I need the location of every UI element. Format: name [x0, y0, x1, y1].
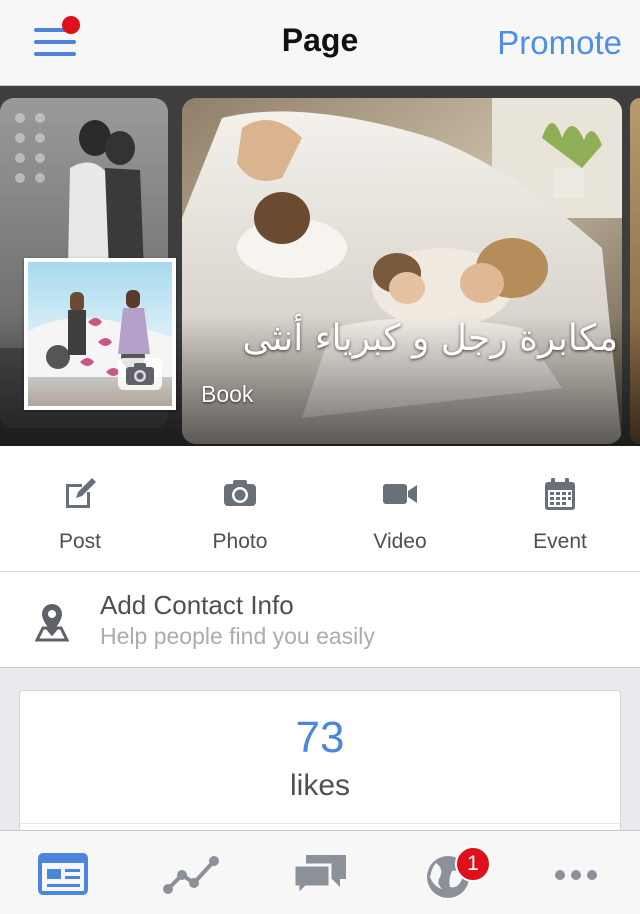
- change-photo-camera-icon[interactable]: [118, 358, 162, 390]
- cover-photo[interactable]: مكابرة رجل و كبرياء أنثى Book: [0, 86, 640, 446]
- likes-label: likes: [289, 769, 350, 802]
- more-icon: [555, 870, 597, 880]
- page-name: مكابرة رجل و كبرياء أنثى: [242, 318, 618, 359]
- contact-info-subtitle: Help people find you easily: [100, 623, 375, 649]
- add-contact-info-row[interactable]: Add Contact Info Help people find you ea…: [0, 572, 640, 668]
- page-screen: Page Promote مكابرة رجل و كبرياء أنثى Bo…: [0, 0, 640, 914]
- profile-picture[interactable]: [24, 258, 176, 410]
- photo-label: Photo: [212, 530, 268, 553]
- tab-notifications[interactable]: [384, 831, 512, 914]
- tab-more[interactable]: [512, 831, 640, 914]
- event-label: Event: [533, 530, 587, 553]
- messages-icon: [292, 855, 346, 897]
- video-icon: [383, 484, 417, 504]
- top-navigation-bar: Page Promote: [0, 0, 640, 86]
- likes-card[interactable]: 73 likes: [19, 690, 621, 840]
- notification-count-badge: 1: [455, 846, 491, 882]
- photo-button[interactable]: Photo: [160, 446, 320, 572]
- menu-notification-dot: [62, 16, 80, 34]
- camera-icon: [224, 480, 256, 506]
- news-feed-icon: [38, 853, 88, 895]
- post-button[interactable]: Post: [0, 446, 160, 572]
- likes-count: 73: [295, 713, 345, 762]
- page-category[interactable]: Book: [201, 381, 253, 408]
- location-pin-icon: [34, 604, 70, 642]
- insights-icon: [163, 856, 219, 894]
- calendar-icon: [545, 478, 575, 510]
- bottom-tab-bar: [0, 830, 640, 914]
- edit-icon: [66, 478, 96, 508]
- event-button[interactable]: Event: [480, 446, 640, 572]
- video-label: Video: [373, 530, 427, 553]
- menu-button[interactable]: [32, 16, 80, 60]
- tab-insights[interactable]: [128, 831, 256, 914]
- contact-info-title: Add Contact Info: [100, 590, 294, 620]
- divider: [20, 823, 620, 824]
- tab-news-feed[interactable]: [0, 831, 128, 914]
- tab-messages[interactable]: [256, 831, 384, 914]
- video-button[interactable]: Video: [320, 446, 480, 572]
- page-actions-bar: Post Photo Video Event: [0, 446, 640, 572]
- promote-button[interactable]: Promote: [497, 24, 622, 62]
- post-label: Post: [58, 530, 102, 553]
